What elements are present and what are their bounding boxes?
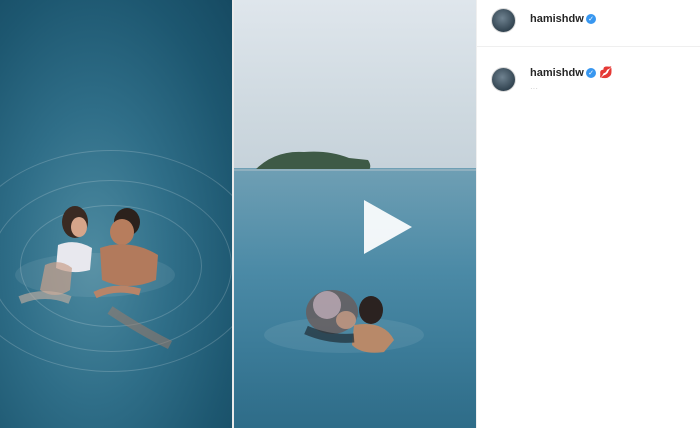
caption-avatar[interactable] xyxy=(491,67,516,92)
swimmers-image xyxy=(15,206,175,350)
post-sidebar: hamishdw ✓ hamishdw ✓ 💋 ··· xyxy=(476,0,700,428)
caption-username-link[interactable]: hamishdw xyxy=(530,67,584,79)
avatar[interactable] xyxy=(491,8,516,33)
post-header: hamishdw ✓ xyxy=(477,0,700,47)
caption-text: 💋 xyxy=(599,66,613,79)
video-frame-right xyxy=(234,0,476,428)
post-timestamp: ··· xyxy=(530,84,538,93)
video-frame-left xyxy=(0,0,232,428)
verified-badge-icon: ✓ xyxy=(586,68,596,78)
header-username-link[interactable]: hamishdw xyxy=(530,13,584,25)
post-media[interactable] xyxy=(0,0,476,428)
play-button[interactable] xyxy=(364,200,412,254)
verified-badge-icon: ✓ xyxy=(586,14,596,24)
island-and-swimmers-image xyxy=(234,151,476,353)
